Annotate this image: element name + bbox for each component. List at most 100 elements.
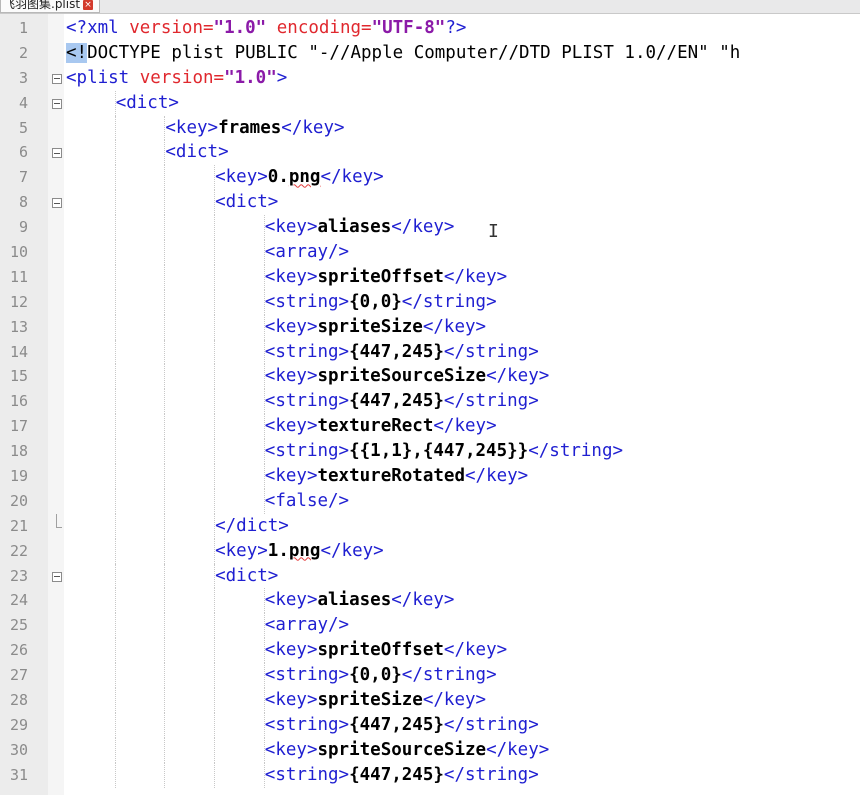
code-line[interactable]: 3 <plist version="1.0"> [0,66,860,91]
line-number: 24 [9,591,28,610]
code-token: <string> [264,291,350,312]
indent-guide [214,588,216,614]
code-line[interactable]: 10 <array/> [0,240,860,265]
code-token: <key> [165,117,219,138]
code-line[interactable]: 4 <dict> [0,90,860,116]
code-line[interactable]: 12 <string>{0,0}</string> [0,289,860,315]
line-number: 28 [9,691,28,710]
indent-guide [164,339,166,365]
indent-guide [114,240,116,265]
code-line[interactable]: 9 <key>aliases</key> [0,215,860,241]
code-line[interactable]: 7 <key>0.png</key> [0,165,860,191]
code-token: </string> [528,441,624,462]
code-token: </dict> [215,515,289,536]
line-number: 23 [9,566,28,585]
code-token: png [288,167,321,188]
line-number: 14 [9,342,28,361]
code-line[interactable]: 25 <array/> [0,613,860,639]
code-line[interactable]: 5 <key>frames</key> [0,115,860,141]
code-line[interactable]: 16 <string>{447,245}</string> [0,389,860,415]
code-text: <key>spriteOffset</key> [265,638,507,663]
code-line[interactable]: 14 <string>{447,245}</string> [0,339,860,365]
code-token: aliases [317,217,392,238]
code-line[interactable]: 1 <?xml version="1.0" encoding="UTF-8"?> [0,16,860,41]
code-token: {0,0} [349,291,402,312]
code-line[interactable]: 13 <key>spriteSize</key> [0,314,860,340]
close-icon[interactable]: × [83,0,94,10]
code-line[interactable]: 22 <key>1.png</key> [0,538,860,564]
code-text: <key>aliases</key> [265,588,455,613]
fold-toggle-icon[interactable] [52,73,62,84]
code-token: "1.0" [224,67,277,88]
indent-guide [114,314,116,340]
indent-guide [214,389,216,415]
code-line[interactable]: 27 <string>{0,0}</string> [0,663,860,689]
code-line[interactable]: 8 <dict> [0,190,860,216]
line-number: 7 [18,168,28,187]
code-token: </key> [320,167,384,188]
code-token: png [288,540,321,561]
code-line[interactable]: 24 <key>aliases</key> [0,588,860,614]
code-token: <string> [264,391,350,412]
indent-guide [164,364,166,390]
code-text: <array/> [265,613,349,638]
code-line[interactable]: 29 <string>{447,245}</string> [0,712,860,738]
code-line[interactable]: 31 <string>{447,245}</string> [0,762,860,788]
code-line[interactable]: 17 <key>textureRect</key> [0,414,860,440]
code-token: <key> [264,366,318,387]
code-line[interactable]: 6 <dict> [0,140,860,166]
indent-guide [114,538,116,564]
code-line[interactable]: 18 <string>{{1,1},{447,245}}</string> [0,439,860,465]
indent-guide [164,289,166,315]
indent-guide [164,737,166,763]
code-line[interactable]: 23 <dict> [0,563,860,589]
code-line[interactable]: 2 <!DOCTYPE plist PUBLIC "-//Apple Comput… [0,41,860,66]
indent-guide [114,165,116,191]
indent-guide [164,464,166,489]
code-text: <key>spriteSourceSize</key> [265,364,549,389]
code-token: {447,245} [349,714,444,735]
code-token: version= [129,18,214,38]
code-text: </dict> [215,514,289,539]
code-token: spriteSourceSize [317,739,487,760]
line-number: 6 [18,143,28,162]
code-line[interactable]: 19 <key>textureRotated</key> [0,464,860,489]
indent-guide [214,663,216,689]
code-text: <key>spriteSize</key> [265,315,486,340]
code-line[interactable]: 26 <key>spriteOffset</key> [0,638,860,664]
fold-toggle-icon[interactable] [52,148,62,159]
indent-guide [114,190,116,216]
indent-guide [214,264,216,290]
line-number: 12 [9,292,28,311]
indent-guide [164,314,166,340]
fold-toggle-icon[interactable] [52,98,62,109]
code-text: <string>{0,0}</string> [265,663,497,688]
code-token: textureRect [317,416,434,437]
code-token: aliases [317,590,392,611]
code-text: <string>{447,245}</string> [265,389,539,414]
code-line[interactable]: 20 <false/> [0,488,860,514]
fold-toggle-icon[interactable] [52,571,62,582]
code-token: </string> [401,665,497,686]
code-line[interactable]: 21 </dict> [0,513,860,539]
code-line[interactable]: 28 <key>spriteSize</key> [0,688,860,713]
code-token: "1.0" [213,18,267,38]
line-number: 10 [9,243,28,262]
code-token: </key> [443,640,508,661]
fold-toggle-icon[interactable] [52,198,62,209]
code-token: <? [66,18,88,38]
code-line[interactable]: 30 <key>spriteSourceSize</key> [0,737,860,763]
code-line[interactable]: 11 <key>spriteOffset</key> [0,264,860,290]
code-token: </key> [281,117,345,138]
code-line[interactable]: 15 <key>spriteSourceSize</key> [0,364,860,390]
file-tab[interactable]: 飞羽图集.plist × [0,0,101,13]
tab-bar: 飞羽图集.plist × [0,0,860,14]
code-editor[interactable]: 1 <?xml version="1.0" encoding="UTF-8"?> 2… [0,16,860,788]
code-text: <key>aliases</key> [265,215,455,240]
line-number: 1 [18,19,28,37]
code-token: <string> [264,764,350,785]
indent-guide [114,712,116,738]
indent-guide [114,364,116,390]
indent-guide [114,737,116,763]
indent-guide [114,389,116,415]
